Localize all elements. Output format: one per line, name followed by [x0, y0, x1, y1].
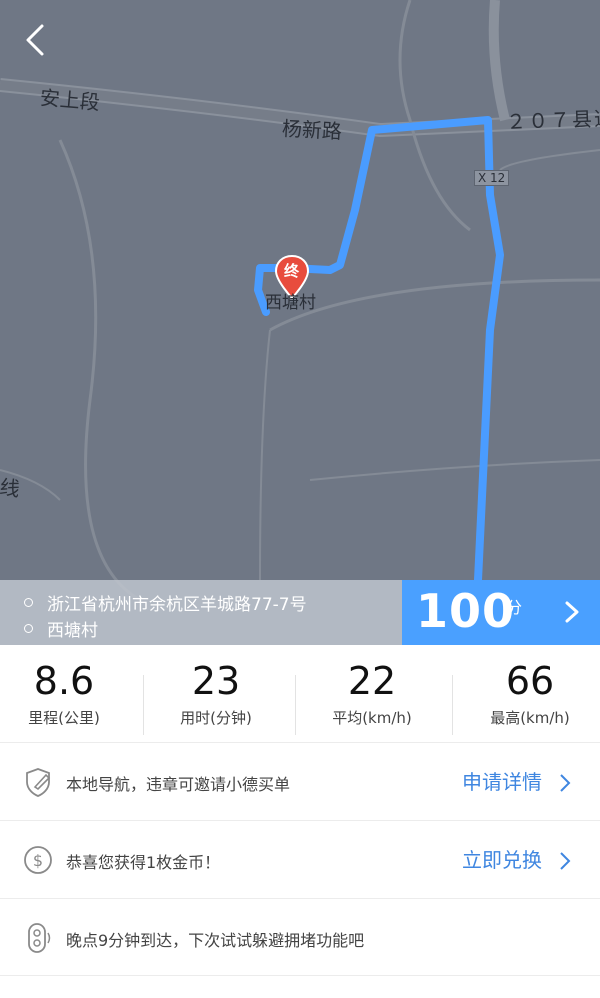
- stat-label: 最高(km/h): [490, 709, 570, 727]
- apply-details-link[interactable]: 申请详情: [462, 766, 542, 795]
- end-address-row: 西塘村: [24, 616, 98, 641]
- road-label: ２０７县道: [505, 106, 600, 134]
- road-label: 安上段: [38, 85, 101, 115]
- violation-text: 本地导航，违章可邀请小德买单: [66, 775, 291, 794]
- stat-value: 23: [191, 659, 241, 703]
- stat-average-speed: 22 平均(km/h): [302, 659, 442, 728]
- divider: [452, 675, 453, 735]
- score-button[interactable]: 100 分: [402, 580, 600, 645]
- stat-value: 22: [347, 659, 397, 703]
- coin-text: 恭喜您获得1枚金币！: [66, 853, 221, 872]
- stat-label: 里程(公里): [28, 709, 100, 727]
- stat-max-speed: 66 最高(km/h): [460, 659, 600, 728]
- svg-text:$: $: [33, 851, 43, 870]
- end-address: 西塘村: [47, 621, 98, 641]
- bottom-bar: [0, 975, 600, 998]
- coin-row[interactable]: $ 恭喜您获得1枚金币！ 立即兑换: [0, 820, 600, 899]
- divider: [143, 675, 144, 735]
- stat-distance: 8.6 里程(公里): [0, 659, 134, 728]
- route-map[interactable]: 安上段 杨新路 ２０７县道 X 12 线 终 西塘村: [0, 0, 600, 645]
- end-dot-icon: [24, 624, 33, 633]
- stat-duration: 23 用时(分钟): [146, 659, 286, 728]
- road-shield: X 12: [474, 170, 510, 186]
- end-marker-label: 终: [284, 262, 300, 280]
- chevron-right-icon: [560, 774, 571, 792]
- chevron-left-icon: [26, 24, 44, 56]
- redeem-link[interactable]: 立即兑换: [462, 844, 542, 873]
- stat-label: 用时(分钟): [180, 709, 252, 727]
- score-value: 100: [416, 584, 516, 638]
- trip-stats: 8.6 里程(公里) 23 用时(分钟) 22 平均(km/h) 66 最高(k…: [0, 645, 600, 745]
- traffic-tip-row[interactable]: 晚点9分钟到达，下次试试躲避拥堵功能吧: [0, 898, 600, 977]
- traffic-tip-text: 晚点9分钟到达，下次试试躲避拥堵功能吧: [66, 931, 365, 950]
- traffic-light-icon: [28, 923, 51, 953]
- stat-label: 平均(km/h): [332, 709, 412, 727]
- score-unit: 分: [506, 598, 523, 617]
- violation-row[interactable]: 本地导航，违章可邀请小德买单 申请详情: [0, 742, 600, 821]
- stat-value: 8.6: [33, 659, 95, 703]
- start-dot-icon: [24, 598, 33, 607]
- start-address: 浙江省杭州市余杭区羊城路77-7号: [47, 595, 307, 615]
- stat-value: 66: [505, 659, 555, 703]
- shield-pen-icon: [26, 768, 51, 797]
- road-label: 杨新路: [281, 116, 343, 144]
- divider: [295, 675, 296, 735]
- chevron-right-icon: [565, 601, 579, 623]
- destination-map-label: 西塘村: [265, 293, 316, 313]
- route-line: [254, 116, 504, 584]
- coin-icon: $: [24, 846, 52, 874]
- back-button[interactable]: [18, 20, 54, 60]
- chevron-right-icon: [560, 852, 571, 870]
- start-address-row: 浙江省杭州市余杭区羊城路77-7号: [24, 590, 307, 615]
